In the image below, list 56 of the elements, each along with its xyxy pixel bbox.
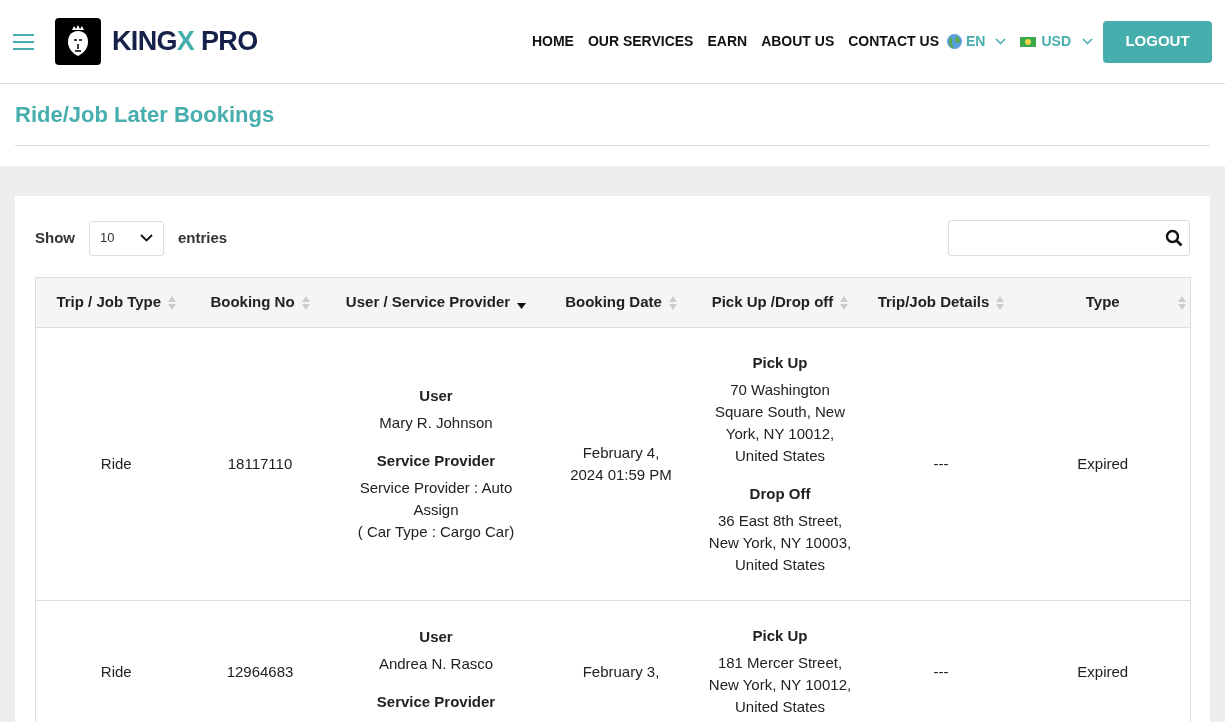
user-name: Andrea N. Rasco	[377, 653, 495, 674]
column-header[interactable]: Pick Up /Drop off	[711, 291, 834, 314]
table-cell-text: Ride	[99, 661, 133, 682]
column-header[interactable]: Booking No	[210, 291, 295, 314]
dropoff-address: 36 East 8th Street, New York, NY 10003, United States	[707, 511, 853, 575]
nav-link[interactable]: HOME	[531, 31, 574, 52]
cell-heading: Service Provider	[375, 451, 497, 471]
status-text: Expired	[1076, 661, 1130, 682]
booking-date: February 4, 2024 01:59 PM	[569, 443, 673, 485]
sort-icon[interactable]	[301, 295, 310, 310]
banknote-icon	[1020, 36, 1037, 47]
search-field[interactable]	[948, 220, 1190, 256]
cell-heading: User	[418, 626, 454, 647]
provider-text: Service Provider : Auto Assign	[358, 478, 514, 520]
brand-name: KINGX PRO	[112, 25, 258, 59]
show-label: Show	[35, 227, 75, 248]
column-header[interactable]: Trip/Job Details	[877, 291, 990, 314]
table-cell-text: Ride	[99, 454, 133, 474]
table-cell-text: 12964683	[225, 661, 295, 682]
car-type-text: ( Car Type : Cargo Car)	[356, 522, 516, 542]
globe-icon	[947, 34, 962, 49]
pickup-address: 70 Washington Square South, New York, NY 10012, United States	[713, 380, 847, 466]
chevron-down-icon	[1082, 38, 1093, 45]
nav-link[interactable]: EARN	[707, 31, 748, 52]
nav-link[interactable]: ABOUT US	[761, 31, 835, 52]
sort-descending-icon[interactable]	[517, 302, 527, 309]
table-cell-text: ---	[932, 454, 950, 474]
column-header[interactable]: User / Service Provider	[345, 291, 511, 314]
lion-logo-icon	[55, 18, 101, 65]
table-cell-text: ---	[932, 661, 950, 682]
sort-icon[interactable]	[168, 295, 177, 310]
sort-icon[interactable]	[996, 295, 1005, 310]
cell-heading: User	[418, 386, 454, 406]
user-name: Mary R. Johnson	[378, 413, 494, 433]
search-icon	[1165, 229, 1183, 247]
chevron-down-icon	[140, 234, 153, 242]
menu-icon[interactable]	[13, 33, 34, 50]
column-header[interactable]: Booking Date	[565, 291, 662, 314]
nav-link[interactable]: OUR SERVICES	[587, 31, 694, 52]
cell-heading: Service Provider	[375, 691, 497, 712]
page-title: Ride/Job Later Bookings	[15, 84, 1210, 146]
page-size-select[interactable]: 10	[89, 220, 164, 256]
cell-heading: Drop Off	[748, 484, 812, 504]
sort-icon[interactable]	[668, 295, 677, 310]
sort-icon[interactable]	[840, 295, 849, 310]
column-header[interactable]: Type	[1085, 291, 1120, 314]
entries-label: entries	[178, 227, 228, 248]
chevron-down-icon	[995, 38, 1007, 45]
status-text: Expired	[1076, 454, 1130, 474]
cell-heading: Pick Up	[751, 626, 809, 646]
nav-link[interactable]: CONTACT US	[848, 31, 939, 52]
table-cell-text: 18117110	[226, 454, 294, 474]
cell-heading: Pick Up	[751, 353, 809, 373]
sort-icon[interactable]	[1178, 295, 1186, 310]
pickup-address: 181 Mercer Street, New York, NY 10012, United States	[707, 653, 853, 717]
booking-date: February 3,	[581, 661, 661, 682]
